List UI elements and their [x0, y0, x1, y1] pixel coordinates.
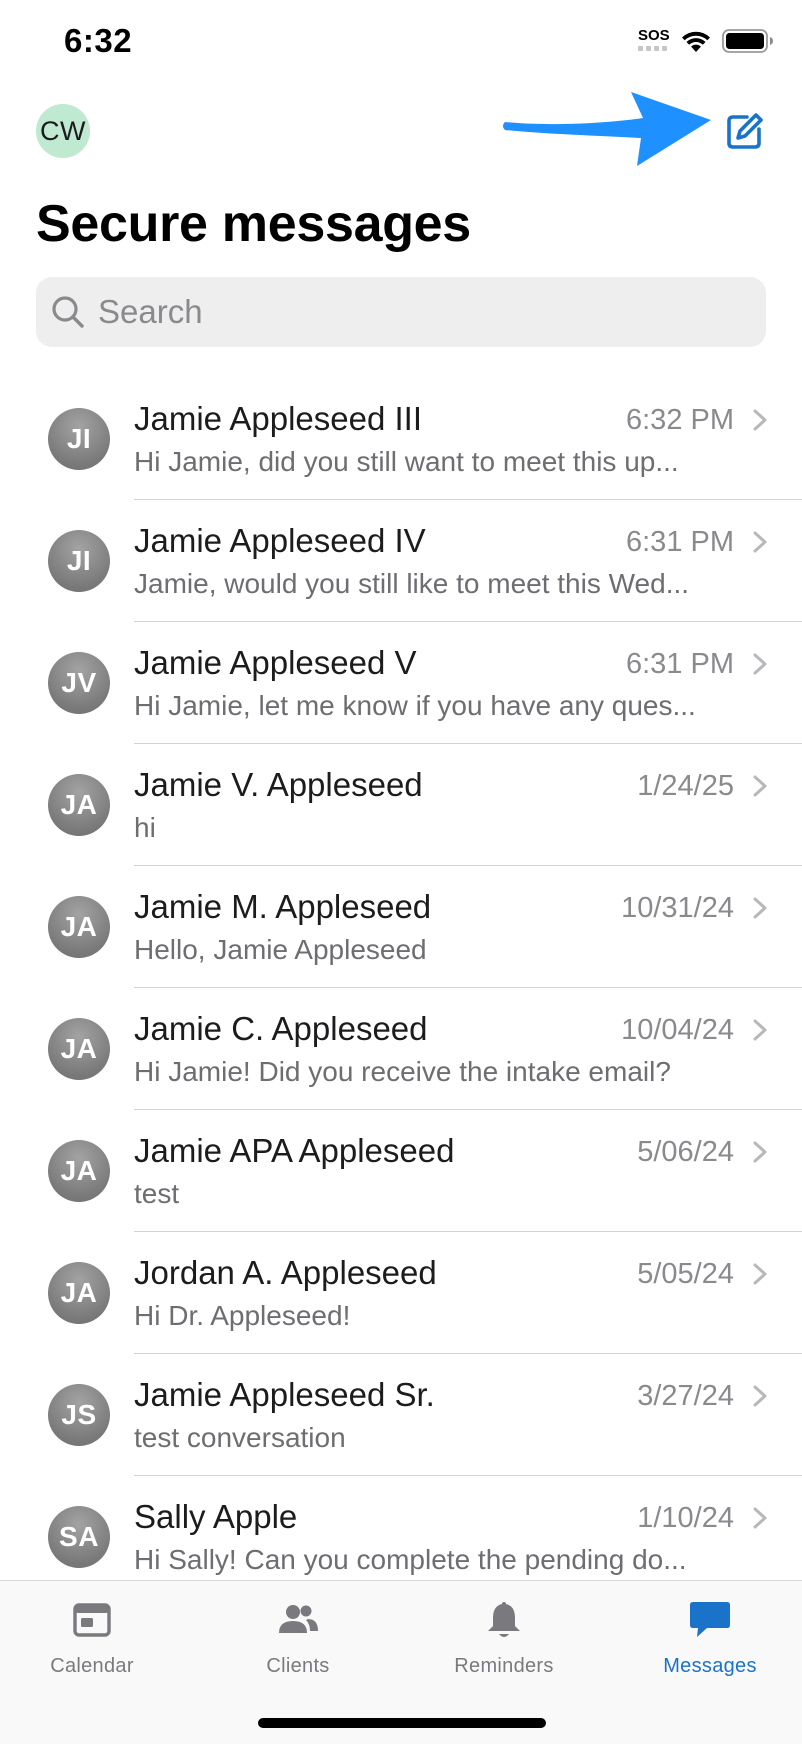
- contact-name: Jamie V. Appleseed: [134, 766, 423, 803]
- conversation-row[interactable]: JS Jamie Appleseed Sr. 3/27/24 test conv…: [0, 1354, 802, 1476]
- conversation-row[interactable]: JV Jamie Appleseed V 6:31 PM Hi Jamie, l…: [0, 622, 802, 744]
- tab-label: Calendar: [50, 1655, 134, 1677]
- messages-icon: [690, 1602, 730, 1637]
- status-time: 6:32: [64, 22, 133, 59]
- contact-avatar: JA: [48, 1262, 110, 1324]
- chevron-right-icon: [753, 1385, 767, 1407]
- conversation-row[interactable]: JA Jamie APA Appleseed 5/06/24 test: [0, 1110, 802, 1232]
- conversation-row[interactable]: JA Jamie V. Appleseed 1/24/25 hi: [0, 744, 802, 866]
- message-preview: Hello, Jamie Appleseed: [134, 934, 427, 965]
- contact-avatar: JV: [48, 652, 110, 714]
- message-preview: Jamie, would you still like to meet this…: [134, 568, 690, 599]
- search-bar[interactable]: [36, 277, 766, 347]
- chevron-right-icon: [753, 1141, 767, 1163]
- contact-avatar: JA: [48, 774, 110, 836]
- search-input[interactable]: [98, 293, 738, 331]
- user-avatar[interactable]: CW: [36, 104, 90, 158]
- message-date: 5/06/24: [637, 1136, 734, 1168]
- message-preview: Hi Dr. Appleseed!: [134, 1300, 351, 1331]
- message-preview: test: [134, 1178, 180, 1209]
- message-date: 6:32 PM: [626, 404, 734, 436]
- chevron-right-icon: [753, 409, 767, 431]
- status-bar: 6:32 SOS: [0, 0, 802, 84]
- message-date: 1/24/25: [637, 770, 734, 802]
- clients-icon: [279, 1605, 318, 1633]
- tab-label: Reminders: [454, 1655, 554, 1677]
- message-preview: Hi Jamie, let me know if you have any qu…: [134, 690, 696, 721]
- chevron-right-icon: [753, 653, 767, 675]
- contact-name: Jamie Appleseed Sr.: [134, 1376, 435, 1413]
- contact-avatar: JI: [48, 408, 110, 470]
- message-date: 5/05/24: [637, 1258, 734, 1290]
- message-preview: Hi Jamie! Did you receive the intake ema…: [134, 1056, 671, 1087]
- contact-avatar: JI: [48, 530, 110, 592]
- conversation-row[interactable]: JI Jamie Appleseed III 6:32 PM Hi Jamie,…: [0, 378, 802, 500]
- message-date: 10/31/24: [621, 892, 734, 924]
- sos-indicator: SOS: [638, 27, 670, 44]
- conversation-row[interactable]: JA Jordan A. Appleseed 5/05/24 Hi Dr. Ap…: [0, 1232, 802, 1354]
- battery-icon: [722, 29, 773, 53]
- message-date: 3/27/24: [637, 1380, 734, 1412]
- compose-button[interactable]: [722, 108, 768, 154]
- contact-avatar: JS: [48, 1384, 110, 1446]
- chevron-right-icon: [753, 775, 767, 797]
- search-icon: [52, 296, 84, 328]
- message-preview: Hi Jamie, did you still want to meet thi…: [134, 446, 679, 477]
- message-date: 6:31 PM: [626, 648, 734, 680]
- annotation-arrow-icon: [503, 92, 711, 166]
- contact-avatar: JA: [48, 1140, 110, 1202]
- contact-avatar: SA: [48, 1506, 110, 1568]
- contact-name: Jamie Appleseed V: [134, 644, 417, 681]
- tab-reminders[interactable]: Reminders: [414, 1597, 594, 1697]
- chevron-right-icon: [753, 1507, 767, 1529]
- contact-name: Jamie C. Appleseed: [134, 1010, 428, 1047]
- message-date: 1/10/24: [637, 1502, 734, 1534]
- message-preview: hi: [134, 812, 156, 843]
- tab-label: Messages: [663, 1655, 757, 1677]
- message-preview: Hi Sally! Can you complete the pending d…: [134, 1544, 687, 1575]
- message-date: 10/04/24: [621, 1014, 734, 1046]
- contact-name: Jamie Appleseed III: [134, 400, 423, 437]
- conversation-row[interactable]: SA Sally Apple 1/10/24 Hi Sally! Can you…: [0, 1476, 802, 1578]
- message-preview: test conversation: [134, 1422, 346, 1453]
- contact-name: Jamie M. Appleseed: [134, 888, 432, 925]
- tab-label: Clients: [266, 1655, 330, 1677]
- conversation-row[interactable]: JA Jamie C. Appleseed 10/04/24 Hi Jamie!…: [0, 988, 802, 1110]
- contact-avatar: JA: [48, 896, 110, 958]
- conversation-row[interactable]: JA Jamie M. Appleseed 10/31/24 Hello, Ja…: [0, 866, 802, 988]
- chevron-right-icon: [753, 897, 767, 919]
- contact-name: Sally Apple: [134, 1498, 298, 1535]
- tab-calendar[interactable]: Calendar: [2, 1597, 182, 1697]
- home-indicator: [258, 1718, 546, 1728]
- bell-icon: [488, 1602, 520, 1637]
- contact-avatar: JA: [48, 1018, 110, 1080]
- chevron-right-icon: [753, 531, 767, 553]
- contact-name: Jamie APA Appleseed: [134, 1132, 455, 1169]
- wifi-icon: [682, 31, 710, 52]
- contact-name: Jordan A. Appleseed: [134, 1254, 437, 1291]
- chevron-right-icon: [753, 1263, 767, 1285]
- tab-clients[interactable]: Clients: [208, 1597, 388, 1697]
- signal-dots: [638, 46, 667, 51]
- tab-messages[interactable]: Messages: [620, 1597, 800, 1697]
- conversation-row[interactable]: JI Jamie Appleseed IV 6:31 PM Jamie, wou…: [0, 500, 802, 622]
- chevron-right-icon: [753, 1019, 767, 1041]
- contact-name: Jamie Appleseed IV: [134, 522, 426, 559]
- compose-icon: [727, 113, 763, 149]
- page-title: Secure messages: [36, 195, 471, 253]
- message-date: 6:31 PM: [626, 526, 734, 558]
- conversation-list: JI Jamie Appleseed III 6:32 PM Hi Jamie,…: [0, 378, 802, 1578]
- user-initials: CW: [40, 115, 86, 146]
- calendar-icon: [73, 1603, 111, 1637]
